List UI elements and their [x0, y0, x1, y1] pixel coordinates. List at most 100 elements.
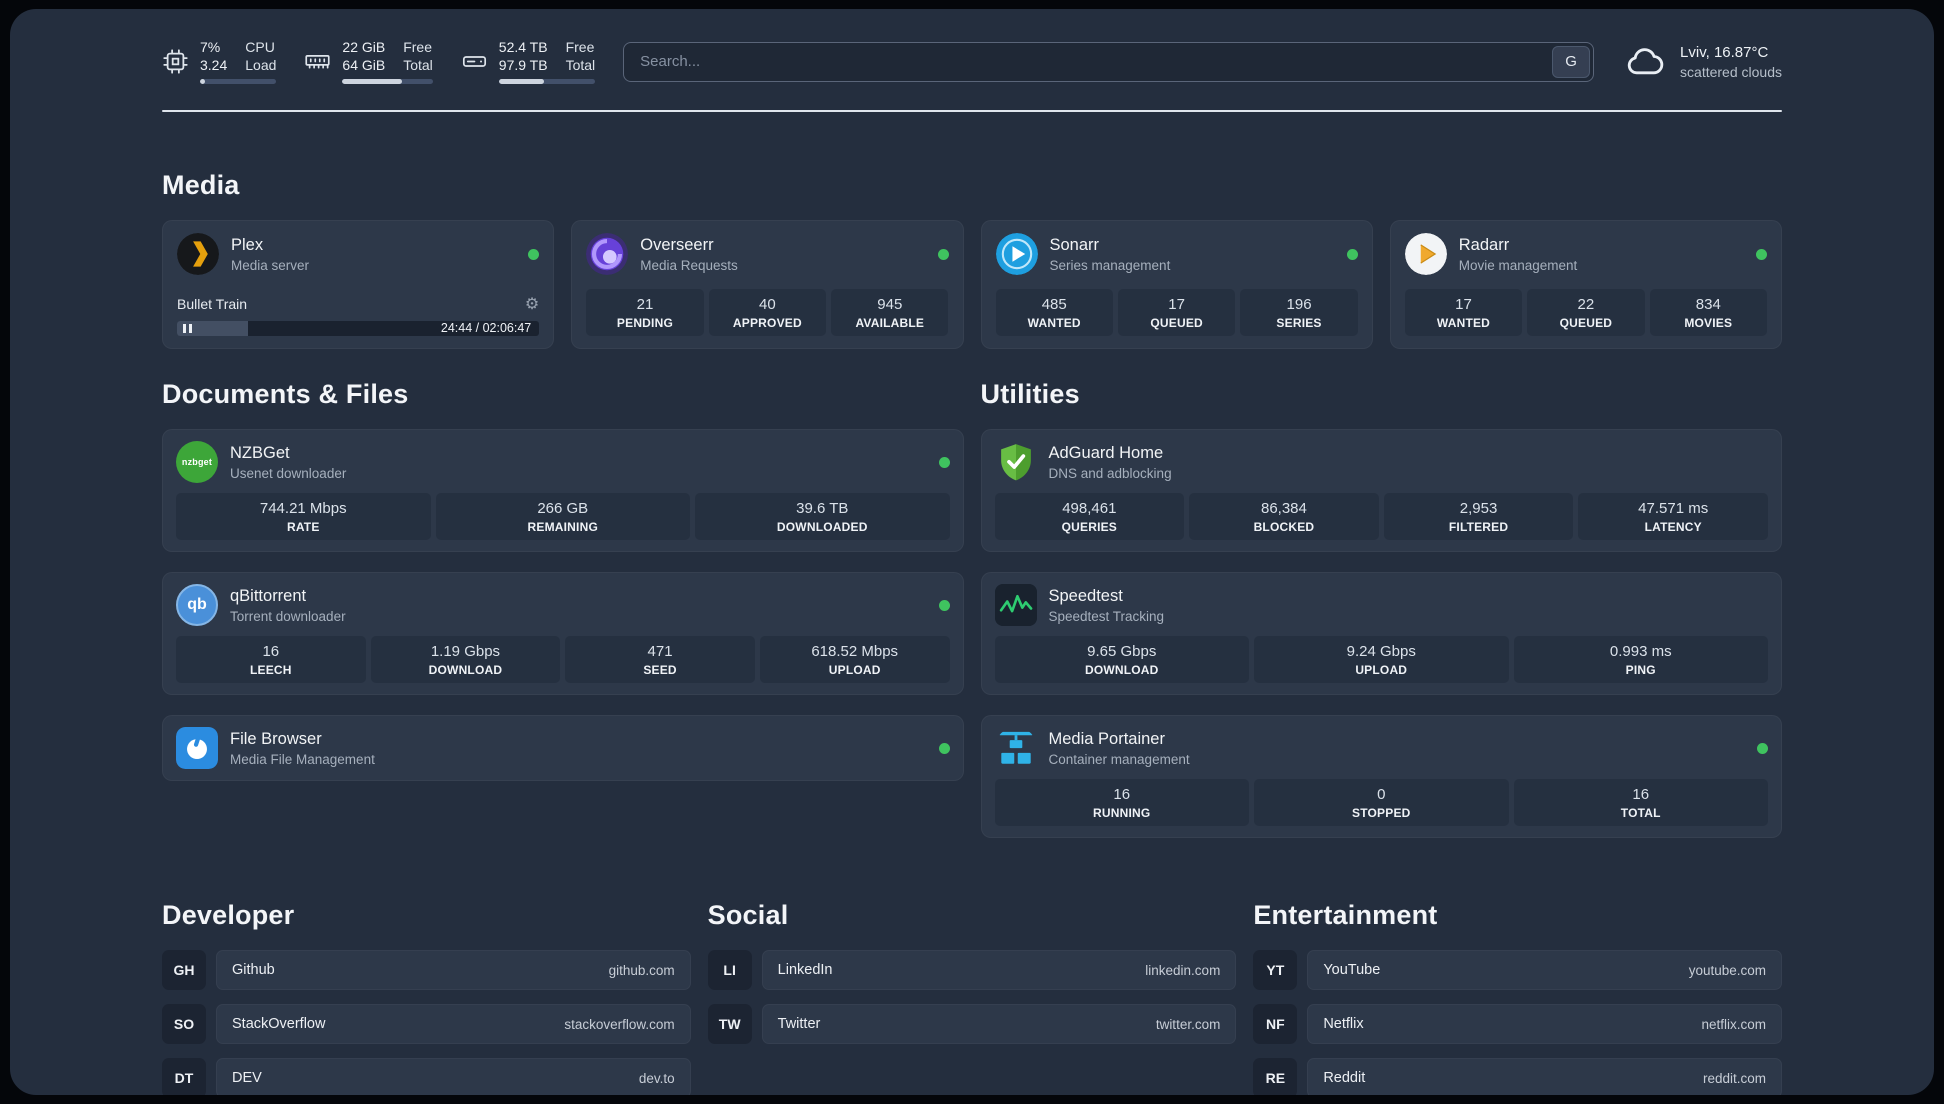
stat-label: AVAILABLE [855, 316, 925, 330]
linkedin-abbr-icon: LI [707, 950, 752, 990]
stat-value: 2,953 [1459, 500, 1498, 517]
app-card-nzbget[interactable]: nzbget NZBGet Usenet downloader 744.21 M… [162, 429, 964, 552]
stat-tile: 16 TOTAL [1513, 779, 1768, 826]
github-abbr-icon: GH [162, 950, 206, 990]
stat-value: 16 [1113, 786, 1131, 803]
app-card-portainer[interactable]: Media Portainer Container management 16 R… [980, 715, 1782, 838]
cpu-label-top: CPU [245, 39, 275, 55]
ram-label-top: Free [403, 39, 433, 55]
weather-location: Lviv, 16.87°C [1680, 43, 1769, 61]
stat-label: QUERIES [1061, 520, 1118, 534]
stat-tile: 485 WANTED [995, 289, 1113, 336]
app-desc: Container management [1048, 751, 1190, 767]
settings-gear-icon[interactable]: ⚙ [525, 294, 539, 314]
stat-tile: 39.6 TB DOWNLOADED [695, 493, 950, 540]
cpu-usage-widget: 7% CPU 3.24 Load [162, 39, 277, 84]
ram-total-value: 64 GiB [342, 57, 386, 73]
bookmark-dev[interactable]: DT DEV dev.to [162, 1058, 691, 1095]
bookmark-name: Netflix [1323, 1016, 1364, 1032]
app-name: Sonarr [1049, 235, 1100, 254]
stat-value: 17 [1168, 296, 1185, 313]
app-name: Overseerr [640, 235, 714, 254]
stat-value: 16 [262, 643, 280, 660]
status-online-dot [1757, 742, 1768, 754]
sonarr-icon [995, 233, 1038, 275]
plex-now-playing: Bullet Train ⚙ 24:44 / 02:06:47 [177, 290, 540, 336]
playback-time: 24:44 / 02:06:47 [440, 321, 532, 335]
bookmark-netflix[interactable]: NF Netflix netflix.com [1253, 1004, 1782, 1044]
stat-label: DOWNLOAD [1084, 663, 1159, 677]
overseerr-icon [586, 233, 629, 275]
stats-row: 744.21 Mbps RATE 266 GB REMAINING 39.6 TB D… [176, 493, 950, 540]
speedtest-icon [994, 584, 1037, 626]
stat-tile: 22 QUEUED [1527, 289, 1645, 336]
bookmark-twitter[interactable]: TW Twitter twitter.com [707, 1004, 1237, 1044]
status-online-dot [528, 248, 540, 260]
app-card-plex[interactable]: Plex Media server Bullet Train ⚙ 24:44 /… [162, 220, 555, 349]
stat-label: APPROVED [732, 316, 802, 330]
bookmark-reddit[interactable]: RE Reddit reddit.com [1253, 1058, 1782, 1095]
app-card-speedtest[interactable]: Speedtest Speedtest Tracking 9.65 Gbps DO… [980, 572, 1782, 695]
stat-value: 39.6 TB [796, 500, 849, 517]
search-input[interactable] [624, 42, 1550, 81]
stat-value: 17 [1455, 296, 1472, 313]
disk-usage-body: 52.4 TB Free 97.9 TB Total [498, 39, 596, 84]
filebrowser-icon [176, 727, 218, 769]
bookmark-stackoverflow[interactable]: SO StackOverflow stackoverflow.com [162, 1004, 691, 1044]
media-grid: Plex Media server Bullet Train ⚙ 24:44 /… [162, 220, 1782, 349]
bookmark-url: linkedin.com [1145, 962, 1221, 978]
youtube-abbr-icon: YT [1253, 950, 1298, 990]
now-playing-title: Bullet Train [177, 296, 248, 312]
stats-row: 16 RUNNING 0 STOPPED 16 TOTAL [994, 779, 1768, 826]
section-title-documents: Documents & Files [162, 379, 409, 409]
app-card-filebrowser[interactable]: File Browser Media File Management [162, 715, 964, 781]
bookmark-linkedin[interactable]: LI LinkedIn linkedin.com [707, 950, 1237, 990]
stat-value: 196 [1286, 296, 1312, 313]
app-name: NZBGet [230, 443, 290, 462]
cpu-progress-track [200, 79, 277, 84]
qbittorrent-icon: qb [176, 584, 218, 626]
status-online-dot [938, 599, 950, 611]
bookmarks-social: Social LI LinkedIn linkedin.com TW Twitte… [707, 900, 1237, 1095]
stat-label: PING [1625, 663, 1656, 677]
bookmark-youtube[interactable]: YT YouTube youtube.com [1253, 950, 1782, 990]
search-engine-button[interactable]: G [1552, 45, 1591, 78]
cpu-chip-icon [163, 49, 188, 74]
stat-tile: 945 AVAILABLE [831, 289, 949, 336]
stat-tile: 16 LEECH [176, 636, 366, 683]
dashboard-window: 7% CPU 3.24 Load 22 GiB Free 64 GiB Tota… [10, 9, 1934, 1095]
section-title-utilities: Utilities [980, 379, 1080, 409]
stat-value: 498,461 [1062, 500, 1117, 517]
app-card-adguard[interactable]: AdGuard Home DNS and adblocking 498,461 Q… [980, 429, 1782, 552]
disk-progress-fill [498, 79, 545, 84]
section-title-social: Social [707, 900, 789, 930]
stat-tile: 21 PENDING [586, 289, 704, 336]
app-card-qbittorrent[interactable]: qb qBittorrent Torrent downloader 16 LEEC… [162, 572, 964, 695]
ram-label-bottom: Total [403, 57, 433, 73]
stat-label: BLOCKED [1253, 520, 1315, 534]
app-name: File Browser [230, 729, 322, 748]
bookmark-name: Reddit [1323, 1070, 1366, 1086]
pause-icon[interactable] [183, 324, 192, 333]
playback-progress-bar[interactable]: 24:44 / 02:06:47 [177, 321, 540, 336]
stat-label: LATENCY [1644, 520, 1702, 534]
stat-value: 0 [1377, 786, 1386, 803]
stat-tile: 0 STOPPED [1254, 779, 1509, 826]
bookmarks-entertainment: Entertainment YT YouTube youtube.com NF N… [1253, 900, 1782, 1095]
radarr-icon [1404, 233, 1447, 275]
app-card-radarr[interactable]: Radarr Movie management 17 WANTED 22 QUEUE… [1389, 220, 1782, 349]
qbittorrent-icon-text: qb [187, 596, 207, 613]
ram-free-value: 22 GiB [342, 39, 386, 55]
disk-total-value: 97.9 TB [498, 57, 548, 73]
bookmark-github[interactable]: GH Github github.com [162, 950, 691, 990]
ram-progress-fill [342, 79, 403, 84]
stat-label: LEECH [249, 663, 292, 677]
app-card-sonarr[interactable]: Sonarr Series management 485 WANTED 17 QUE… [980, 220, 1373, 349]
stat-value: 9.24 Gbps [1346, 643, 1416, 660]
ram-memory-icon [305, 55, 330, 69]
stat-tile: 17 WANTED [1404, 289, 1523, 336]
app-card-overseerr[interactable]: Overseerr Media Requests 21 PENDING 40 APP… [571, 220, 964, 349]
stackoverflow-abbr-icon: SO [162, 1004, 206, 1044]
app-desc: Torrent downloader [230, 608, 346, 624]
app-desc: Media File Management [230, 751, 375, 767]
